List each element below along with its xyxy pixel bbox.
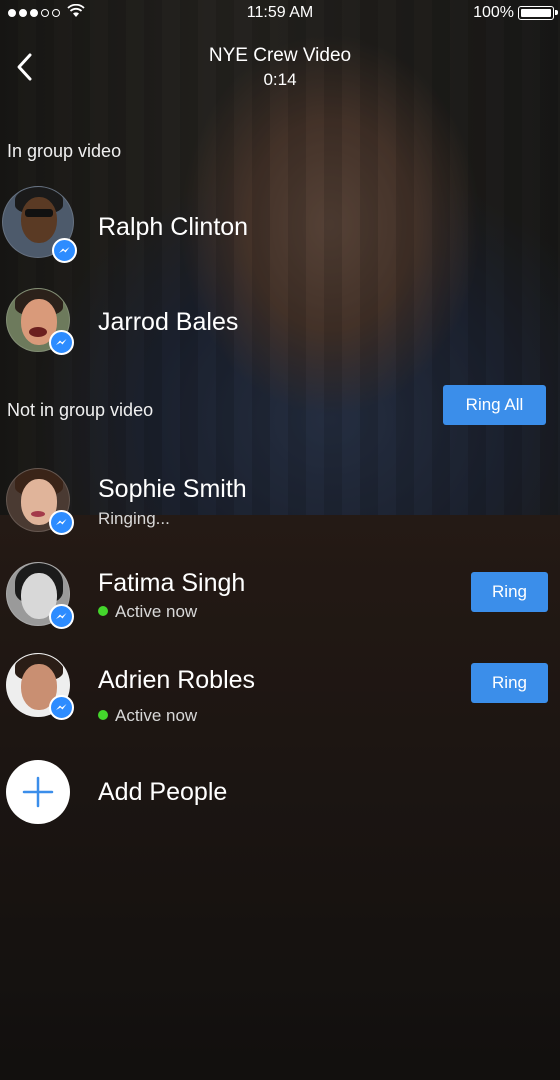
status-bar: 11:59 AM 100% — [0, 0, 560, 28]
participant-name: Jarrod Bales — [98, 308, 239, 336]
in-group-label: In group video — [7, 141, 122, 161]
participant-row[interactable]: Ralph Clinton — [0, 186, 560, 266]
messenger-badge-icon — [49, 330, 74, 355]
contact-status: Ringing... — [98, 509, 170, 528]
contact-row[interactable]: Fatima Singh Active now Ring — [0, 560, 560, 640]
battery-percent: 100% — [473, 4, 514, 21]
call-title: NYE Crew Video — [208, 45, 352, 66]
contact-name: Sophie Smith — [98, 475, 247, 503]
messenger-badge-icon — [52, 238, 77, 263]
contact-row[interactable]: Sophie Smith Ringing... — [0, 466, 560, 546]
add-people-label[interactable]: Add People — [98, 778, 227, 807]
ring-button[interactable]: Ring — [471, 572, 548, 612]
add-people-button[interactable] — [6, 760, 70, 824]
messenger-badge-icon — [49, 695, 74, 720]
contact-name: Adrien Robles — [98, 666, 256, 694]
ring-all-button[interactable]: Ring All — [443, 385, 546, 425]
contact-name: Fatima Singh — [98, 569, 246, 597]
active-dot-icon — [98, 606, 108, 616]
not-in-group-label: Not in group video — [7, 400, 154, 420]
battery-icon — [518, 6, 558, 20]
active-dot-icon — [98, 710, 108, 720]
plus-icon — [22, 776, 54, 808]
messenger-badge-icon — [49, 510, 74, 535]
participant-name: Ralph Clinton — [98, 213, 249, 241]
contact-row[interactable]: Adrien Robles Active now Ring — [0, 651, 560, 731]
contact-status: Active now — [98, 706, 197, 726]
ring-button[interactable]: Ring — [471, 663, 548, 703]
messenger-badge-icon — [49, 604, 74, 629]
contact-status: Active now — [98, 602, 197, 622]
call-timer: 0:14 — [263, 70, 297, 89]
participant-row[interactable]: Jarrod Bales — [0, 286, 560, 366]
